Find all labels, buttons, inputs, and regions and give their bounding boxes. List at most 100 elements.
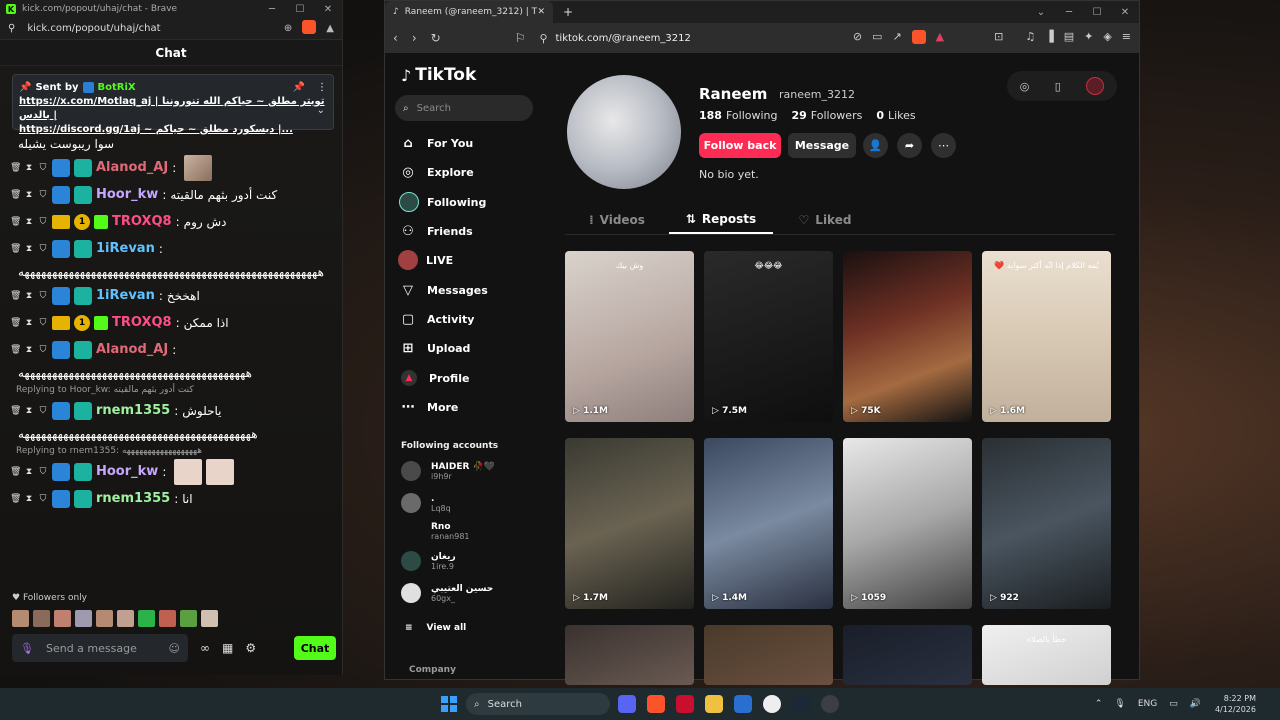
screenshot-icon[interactable]: ⊡ (994, 30, 1003, 47)
following-stat[interactable]: 188 Following (699, 109, 777, 122)
close-button[interactable]: ✕ (1111, 7, 1139, 18)
tab-liked[interactable]: ♡ Liked (773, 205, 877, 234)
nav-more[interactable]: ⋯ More (399, 396, 459, 418)
kick-url-text[interactable]: kick.com/popout/uhaj/chat (27, 23, 274, 34)
bookmark-icon[interactable]: ⚐ (515, 31, 526, 45)
reply-context[interactable]: Replying to rnem1355: هههههههههههههههههه… (10, 444, 332, 458)
network-icon[interactable]: ▭ (1169, 699, 1178, 709)
discord-icon[interactable] (618, 695, 636, 713)
language-indicator[interactable]: ENG (1138, 699, 1157, 709)
chat-message[interactable]: 🗑 ⧗ ⛉ 1 TROXQ8: اذا ممكن (10, 309, 332, 336)
chat-username[interactable]: rnem1355 (96, 491, 170, 506)
pinned-line-2[interactable]: https://discord.gg/1aj ~ ديسكورد مطلق ~ … (19, 123, 327, 137)
delete-icon[interactable]: 🗑 (10, 318, 21, 328)
emote[interactable] (33, 610, 50, 627)
ban-icon[interactable]: ⛉ (38, 244, 48, 254)
brave-rewards-icon[interactable]: ▲ (936, 30, 944, 47)
nav-friends[interactable]: ⚇ Friends (399, 220, 473, 242)
chat-username[interactable]: TROXQ8 (112, 214, 172, 229)
message-input[interactable]: 🎙 Send a message ☺ (12, 634, 188, 662)
timeout-icon[interactable]: ⧗ (24, 494, 34, 504)
tab-close-icon[interactable]: ✕ (537, 7, 545, 17)
chat-message[interactable]: 🗑 ⧗ ⛉ 1 TROXQ8: دش روم (10, 208, 332, 235)
site-info-icon[interactable]: ⚲ (8, 23, 15, 34)
delete-icon[interactable]: 🗑 (10, 345, 21, 355)
video-tile[interactable]: ▷ 1.7M (565, 438, 694, 609)
video-tile[interactable]: 😂😂😂 ▷ 7.5M (704, 251, 833, 422)
nav-profile[interactable]: ▲ Profile (399, 367, 469, 389)
emote[interactable] (54, 610, 71, 627)
chat-username[interactable]: Hoor_kw (96, 464, 158, 479)
delete-icon[interactable]: 🗑 (10, 291, 21, 301)
chat-message[interactable]: 🗑 ⧗ ⛉ 1iRevan: (10, 235, 332, 262)
chat-message[interactable]: 🗑 ⧗ ⛉ Hoor_kw: كنت أدور بثهم مالقيته (10, 181, 332, 208)
chat-message[interactable]: 🗑 ⧗ ⛉ Hoor_kw: (10, 458, 332, 485)
video-tile[interactable]: ▷ 1059 (843, 438, 972, 609)
chat-username[interactable]: Hoor_kw (96, 187, 158, 202)
settings-gear-icon[interactable]: ⚙ (245, 641, 256, 655)
emote[interactable] (12, 610, 29, 627)
phone-icon[interactable]: ▯ (1055, 80, 1061, 93)
delete-icon[interactable]: 🗑 (10, 163, 21, 173)
following-account[interactable]: Rno ranan981 (401, 521, 470, 541)
nav-explore[interactable]: ◎ Explore (399, 161, 473, 183)
brave-shields-icon[interactable] (302, 20, 317, 37)
reply-context[interactable]: Replying to Hoor_kw: كنت أدور بثهم مالقي… (10, 383, 332, 397)
share-arrow-icon[interactable]: ➦ (897, 133, 922, 158)
video-tile[interactable]: ▷ 75K (843, 251, 972, 422)
chat-username[interactable]: Alanod_AJ (96, 342, 168, 357)
minimize-button[interactable]: ─ (1055, 7, 1083, 18)
cast-icon[interactable]: ▭ (872, 30, 882, 47)
leo-ai-icon[interactable]: ✦ (1084, 30, 1093, 47)
tab-reposts[interactable]: ⇅ Reposts (669, 205, 773, 234)
timeout-icon[interactable]: ⧗ (24, 244, 34, 254)
chat-message[interactable]: 🗑 ⧗ ⛉ Alanod_AJ: (10, 336, 332, 363)
add-friend-icon[interactable]: 👤 (863, 133, 888, 158)
timeout-icon[interactable]: ⧗ (24, 163, 34, 173)
delete-icon[interactable]: 🗑 (10, 217, 21, 227)
video-tile[interactable]: يُمه الكلام إذا انّه أكثر سوايد ❤️ ▷ 1.6M (982, 251, 1111, 422)
chat-message[interactable]: 🗑 ⧗ ⛉ rnem1355: ياحلوش (10, 397, 332, 424)
no-sound-icon[interactable]: ⊘ (853, 30, 862, 47)
vpn-icon[interactable]: ◈ (1103, 30, 1111, 47)
video-tile[interactable]: ▷ 922 (982, 438, 1111, 609)
chat-message[interactable]: 🗑 ⧗ ⛉ Alanod_AJ: (10, 154, 332, 181)
kicks-icon[interactable]: ∞ (200, 641, 210, 655)
volume-icon[interactable]: 🔊 (1190, 699, 1201, 709)
brave-rewards-icon[interactable]: ▲ (326, 23, 334, 34)
maximize-button[interactable]: ☐ (1083, 7, 1111, 18)
unpin-icon[interactable]: 📌 (293, 82, 305, 93)
chat-username[interactable]: 1iRevan (96, 288, 155, 303)
menu-icon[interactable]: ≡ (1122, 30, 1131, 47)
tiktok-logo[interactable]: ♪ TikTok (401, 65, 476, 85)
timeout-icon[interactable]: ⧗ (24, 406, 34, 416)
clock[interactable]: 8:22 PM 4/12/2026 (1215, 693, 1256, 715)
brave-icon[interactable] (647, 695, 665, 713)
ban-icon[interactable]: ⛉ (38, 345, 48, 355)
github-icon[interactable] (821, 695, 839, 713)
reload-icon[interactable]: ↻ (431, 31, 441, 45)
emote[interactable] (159, 610, 176, 627)
sidebar-icon[interactable]: ▐ (1045, 30, 1053, 47)
close-button[interactable]: ✕ (314, 4, 342, 15)
nav-following[interactable]: Following (399, 191, 486, 213)
nav-live[interactable]: LIVE (398, 249, 453, 271)
chat-username[interactable]: rnem1355 (96, 403, 170, 418)
emote[interactable] (138, 610, 155, 627)
following-account[interactable]: ريغان 1ire.9 (401, 551, 456, 571)
emote[interactable] (75, 610, 92, 627)
following-account[interactable]: HAIDER 🥀🖤 i9h9r (401, 461, 495, 481)
tab-videos[interactable]: ⁞ Videos (565, 205, 669, 234)
video-tile[interactable]: وش بيك ▷ 1.1M (565, 251, 694, 422)
site-info-icon[interactable]: ⚲ (539, 32, 547, 45)
video-tile[interactable]: ▷ 1.4M (704, 438, 833, 609)
tab-title[interactable]: Raneem (@raneem_3212) | TikTok (405, 7, 538, 17)
chat-username[interactable]: TROXQ8 (112, 315, 172, 330)
back-icon[interactable]: ‹ (393, 31, 398, 45)
follow-back-button[interactable]: Follow back (699, 133, 781, 158)
ban-icon[interactable]: ⛉ (38, 190, 48, 200)
microphone-icon[interactable]: 🎙 (20, 642, 34, 655)
more-options-icon[interactable]: ⋯ (931, 133, 956, 158)
ban-icon[interactable]: ⛉ (38, 494, 48, 504)
emote[interactable] (201, 610, 218, 627)
